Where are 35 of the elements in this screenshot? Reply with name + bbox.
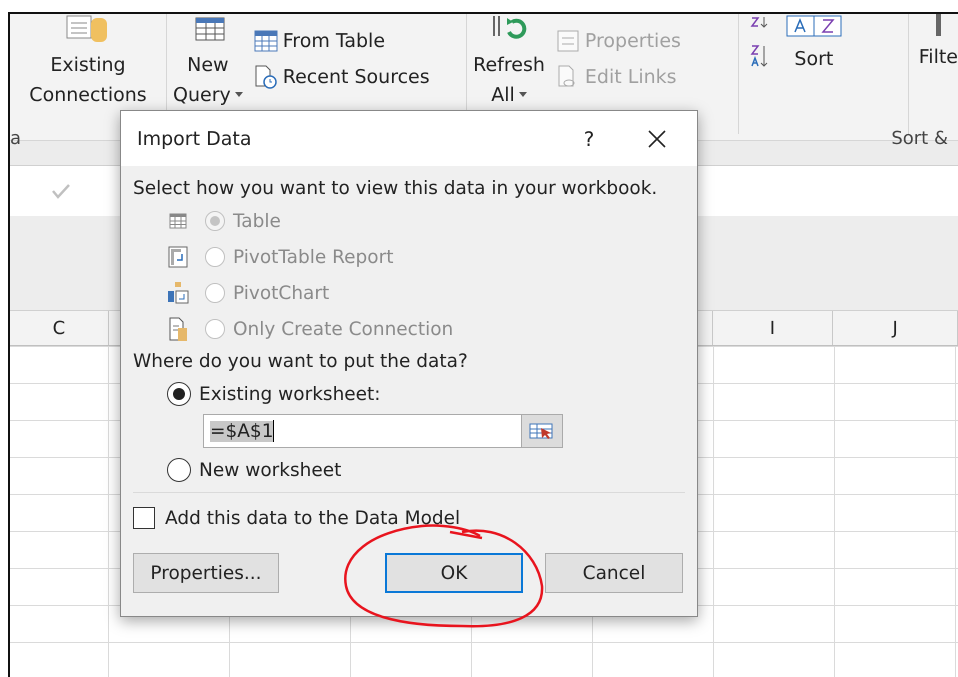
- filter-button[interactable]: Filte: [918, 14, 958, 72]
- pivot-chart-icon: [167, 281, 189, 305]
- collapse-dialog-button[interactable]: [521, 415, 562, 447]
- column-header[interactable]: I: [712, 311, 834, 345]
- dialog-title: Import Data: [137, 128, 252, 150]
- recent-sources-button[interactable]: Recent Sources: [252, 64, 430, 90]
- placement-radio[interactable]: Existing worksheet:: [167, 382, 685, 406]
- new-query-button[interactable]: New Query: [173, 14, 243, 110]
- sort-button[interactable]: Sort: [784, 14, 843, 74]
- dropdown-arrow-icon: [234, 92, 243, 98]
- help-button[interactable]: ?: [569, 126, 609, 150]
- dropdown-arrow-icon: [518, 92, 527, 98]
- existing-connections-button[interactable]: Existing Connections: [29, 14, 147, 110]
- range-select-icon: [529, 422, 555, 440]
- table-icon: [252, 28, 279, 54]
- list-icon: [554, 28, 581, 54]
- group-label: a: [10, 128, 22, 149]
- column-header[interactable]: C: [10, 311, 109, 345]
- properties-button[interactable]: Properties...: [133, 553, 279, 593]
- prompt-text: Where do you want to put the data?: [133, 351, 469, 372]
- data-model-checkbox[interactable]: Add this data to the Data Model: [133, 507, 685, 529]
- ok-button[interactable]: OK: [385, 553, 523, 593]
- group-label: Sort &: [891, 128, 948, 149]
- cancel-button[interactable]: Cancel: [545, 553, 683, 593]
- placement-radio[interactable]: New worksheet: [167, 458, 685, 482]
- document-icon: [167, 316, 189, 342]
- checkmark-icon: [50, 182, 72, 200]
- from-table-button[interactable]: From Table: [252, 28, 430, 54]
- range-field[interactable]: =$A$1: [203, 414, 563, 448]
- pivot-table-icon: [167, 245, 189, 269]
- refresh-all-button[interactable]: Refresh All: [473, 14, 545, 110]
- prompt-text: Select how you want to view this data in your workbook.: [133, 178, 658, 199]
- column-header[interactable]: J: [833, 311, 958, 345]
- document-clock-icon: [252, 64, 279, 90]
- close-icon: [647, 128, 667, 148]
